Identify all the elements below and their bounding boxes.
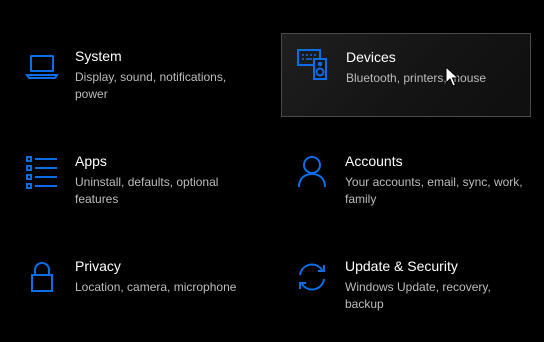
devices-icon (296, 47, 330, 81)
tile-title: Update & Security (345, 258, 458, 274)
tile-title: Accounts (345, 153, 403, 169)
settings-tile-accounts[interactable]: Accounts Your accounts, email, sync, wor… (281, 153, 531, 237)
lock-icon (25, 260, 59, 294)
sync-icon (295, 260, 329, 294)
person-icon (295, 155, 329, 189)
tile-description: Bluetooth, printers, mouse (346, 71, 487, 85)
tile-description: Your accounts, email, sync, work, family (345, 175, 523, 206)
settings-tile-system[interactable]: System Display, sound, notifications, po… (11, 48, 261, 132)
settings-tile-devices[interactable]: Devices Bluetooth, printers, mouse (281, 33, 531, 117)
settings-tile-apps[interactable]: Apps Uninstall, defaults, optional featu… (11, 153, 261, 237)
tile-title: System (75, 48, 122, 64)
apps-icon (25, 155, 59, 189)
tile-title: Apps (75, 153, 107, 169)
tile-description: Windows Update, recovery, backup (345, 280, 491, 311)
tile-description: Uninstall, defaults, optional features (75, 175, 219, 206)
settings-tile-privacy[interactable]: Privacy Location, camera, microphone (11, 258, 261, 342)
tile-title: Devices (346, 49, 396, 65)
tile-title: Privacy (75, 258, 121, 274)
tile-description: Display, sound, notifications, power (75, 70, 227, 101)
mouse-pointer-icon (445, 66, 459, 87)
tile-description: Location, camera, microphone (75, 280, 237, 294)
laptop-icon (25, 50, 59, 84)
settings-tile-update-security[interactable]: Update & Security Windows Update, recove… (281, 258, 531, 342)
